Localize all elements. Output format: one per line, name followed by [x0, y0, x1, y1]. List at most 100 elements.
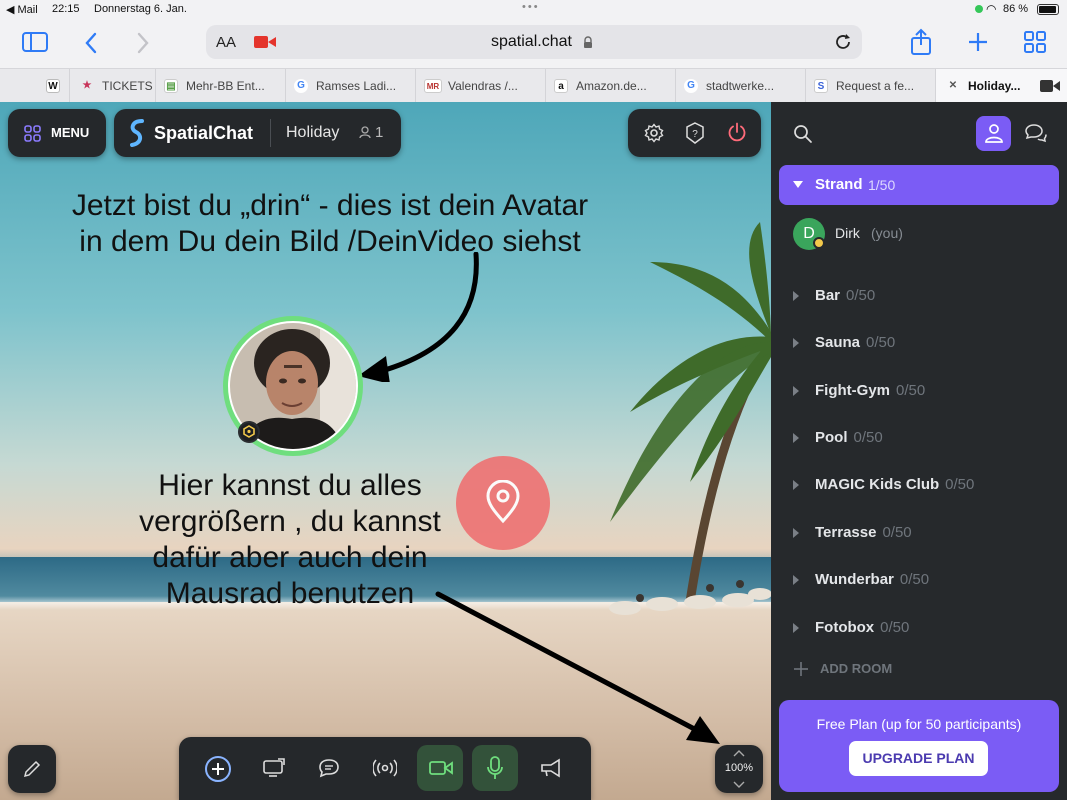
reload-icon[interactable] — [834, 33, 852, 51]
menu-grid-icon — [24, 125, 41, 142]
menu-button[interactable]: MENU — [8, 109, 106, 157]
person-icon — [985, 124, 1003, 143]
close-tab-icon[interactable]: ✕ — [946, 79, 960, 93]
leave-power-icon[interactable] — [727, 122, 747, 142]
palm-tree-image — [610, 222, 771, 602]
pencil-icon — [23, 760, 41, 778]
caret-right-icon — [793, 480, 799, 490]
people-tab[interactable] — [976, 116, 1011, 151]
annotation-arrow-icon — [358, 252, 479, 382]
avatar-annotation: Jetzt bist du „drin“ - dies ist dein Ava… — [71, 189, 589, 258]
google-favicon-icon: G — [684, 79, 698, 93]
settings-gear-icon[interactable] — [644, 123, 664, 143]
tab-stadtwerke[interactable]: G stadtwerke... — [676, 69, 806, 103]
plus-icon — [794, 662, 808, 676]
plan-text: Free Plan (up for 50 participants) — [816, 716, 1022, 732]
upgrade-plan-button[interactable]: UPGRADE PLAN — [849, 741, 988, 776]
caret-right-icon — [793, 338, 799, 348]
rooms-sidebar: Strand 1/50 D Dirk (you) Bar 0/50 Sauna 0/… — [771, 102, 1067, 800]
host-badge-icon — [813, 237, 825, 249]
tab-mehr-bb[interactable]: ▤ Mehr-BB Ent... — [156, 69, 286, 103]
zoom-control[interactable]: 100% — [715, 745, 763, 793]
microphone-icon — [487, 756, 503, 779]
forward-arrow-icon[interactable] — [136, 32, 150, 54]
date: Donnerstag 6. Jan. — [94, 3, 187, 15]
space-title: Holiday — [286, 124, 340, 141]
tab-tickets[interactable]: ★ TICKETS — [70, 69, 156, 103]
broadcast-icon[interactable] — [373, 757, 397, 779]
add-content-icon[interactable] — [204, 755, 232, 783]
room-strand[interactable]: Strand 1/50 — [779, 165, 1059, 205]
star-favicon-icon: ★ — [82, 80, 92, 91]
lock-icon — [584, 36, 592, 48]
text-size-button[interactable]: AA — [216, 34, 236, 51]
back-arrow-icon[interactable] — [84, 32, 98, 54]
caret-right-icon — [793, 291, 799, 301]
search-icon[interactable] — [793, 124, 813, 144]
site-favicon-icon: ▤ — [164, 79, 178, 93]
caret-right-icon — [793, 433, 799, 443]
caret-right-icon — [793, 528, 799, 538]
chats-tab-icon[interactable] — [1025, 123, 1047, 143]
camera-recording-icon[interactable] — [254, 35, 276, 49]
back-to-app-link[interactable]: ◀ Mail — [6, 3, 38, 16]
brand-name: SpatialChat — [154, 123, 254, 143]
tab-holiday-active[interactable]: ✕ Holiday... — [936, 69, 1067, 103]
status-bar: ◀ Mail 22:15 Donnerstag 6. Jan. ••• ◠ 86… — [0, 0, 1067, 20]
zoom-in-chevron-icon[interactable] — [733, 749, 745, 757]
space-actions: ? — [628, 109, 761, 157]
help-icon[interactable]: ? — [685, 122, 705, 144]
spatialchat-favicon-icon: S — [814, 79, 828, 93]
participants-icon — [359, 126, 371, 139]
tab-wikipedia[interactable]: W — [30, 69, 70, 103]
space-header: SpatialChat Holiday 1 — [114, 109, 401, 157]
tab-ramses[interactable]: G Ramses Ladi... — [286, 69, 416, 103]
location-pin-button[interactable] — [456, 456, 550, 550]
space-canvas[interactable]: MENU SpatialChat Holiday 1 ? Jetzt bist … — [0, 102, 771, 800]
zoom-annotation: Hier kannst du alles vergrößern , du kan… — [139, 469, 441, 610]
site-favicon-icon: MR — [424, 79, 442, 93]
user-avatar[interactable] — [223, 316, 363, 456]
caret-right-icon — [793, 386, 799, 396]
battery-percent: 86 % — [1003, 3, 1029, 15]
url-text[interactable]: spatial.chat — [491, 33, 572, 51]
draw-button[interactable] — [8, 745, 56, 793]
amazon-favicon-icon: a — [554, 79, 568, 93]
tab-overview-icon[interactable] — [1024, 31, 1046, 53]
battery-icon — [1037, 4, 1059, 15]
add-room-button[interactable]: ADD ROOM — [793, 659, 943, 681]
tab-valendras[interactable]: MR Valendras /... — [416, 69, 546, 103]
tab-request-feature[interactable]: S Request a fe... — [806, 69, 936, 103]
video-camera-icon — [429, 761, 453, 775]
participant-row[interactable]: D Dirk (you) — [793, 217, 1043, 251]
new-tab-icon[interactable] — [967, 31, 989, 53]
camera-toggle-button[interactable] — [417, 745, 463, 791]
caret-right-icon — [793, 575, 799, 585]
multitasking-dots-icon[interactable]: ••• — [522, 1, 540, 13]
wifi-icon: ◠ — [986, 2, 997, 16]
video-camera-tab-icon — [1040, 80, 1060, 92]
tab-bar: W ★ TICKETS ▤ Mehr-BB Ent... G Ramses La… — [0, 68, 1067, 103]
participant-count: 1 — [375, 124, 384, 141]
host-badge-icon — [238, 421, 260, 443]
share-icon[interactable] — [910, 28, 932, 56]
google-favicon-icon: G — [294, 79, 308, 93]
annotation-arrow-icon — [435, 591, 720, 744]
camera-in-use-indicator-icon — [975, 5, 983, 13]
screen-share-icon[interactable] — [262, 758, 286, 778]
address-bar[interactable]: AA spatial.chat — [206, 25, 862, 59]
tab-amazon[interactable]: a Amazon.de... — [546, 69, 676, 103]
chat-bubble-icon[interactable] — [318, 758, 340, 778]
microphone-toggle-button[interactable] — [472, 745, 518, 791]
browser-toolbar: AA spatial.chat — [0, 20, 1067, 68]
zoom-out-chevron-icon[interactable] — [733, 781, 745, 789]
caret-right-icon — [793, 623, 799, 633]
zoom-level: 100% — [724, 762, 754, 774]
spatialchat-logo-icon — [130, 119, 144, 147]
wikipedia-favicon-icon: W — [46, 79, 60, 93]
menu-label: MENU — [51, 125, 90, 140]
caret-down-icon — [793, 181, 803, 188]
sidebar-toggle-icon[interactable] — [22, 32, 48, 52]
location-pin-icon — [486, 480, 520, 524]
megaphone-icon[interactable] — [539, 758, 563, 778]
